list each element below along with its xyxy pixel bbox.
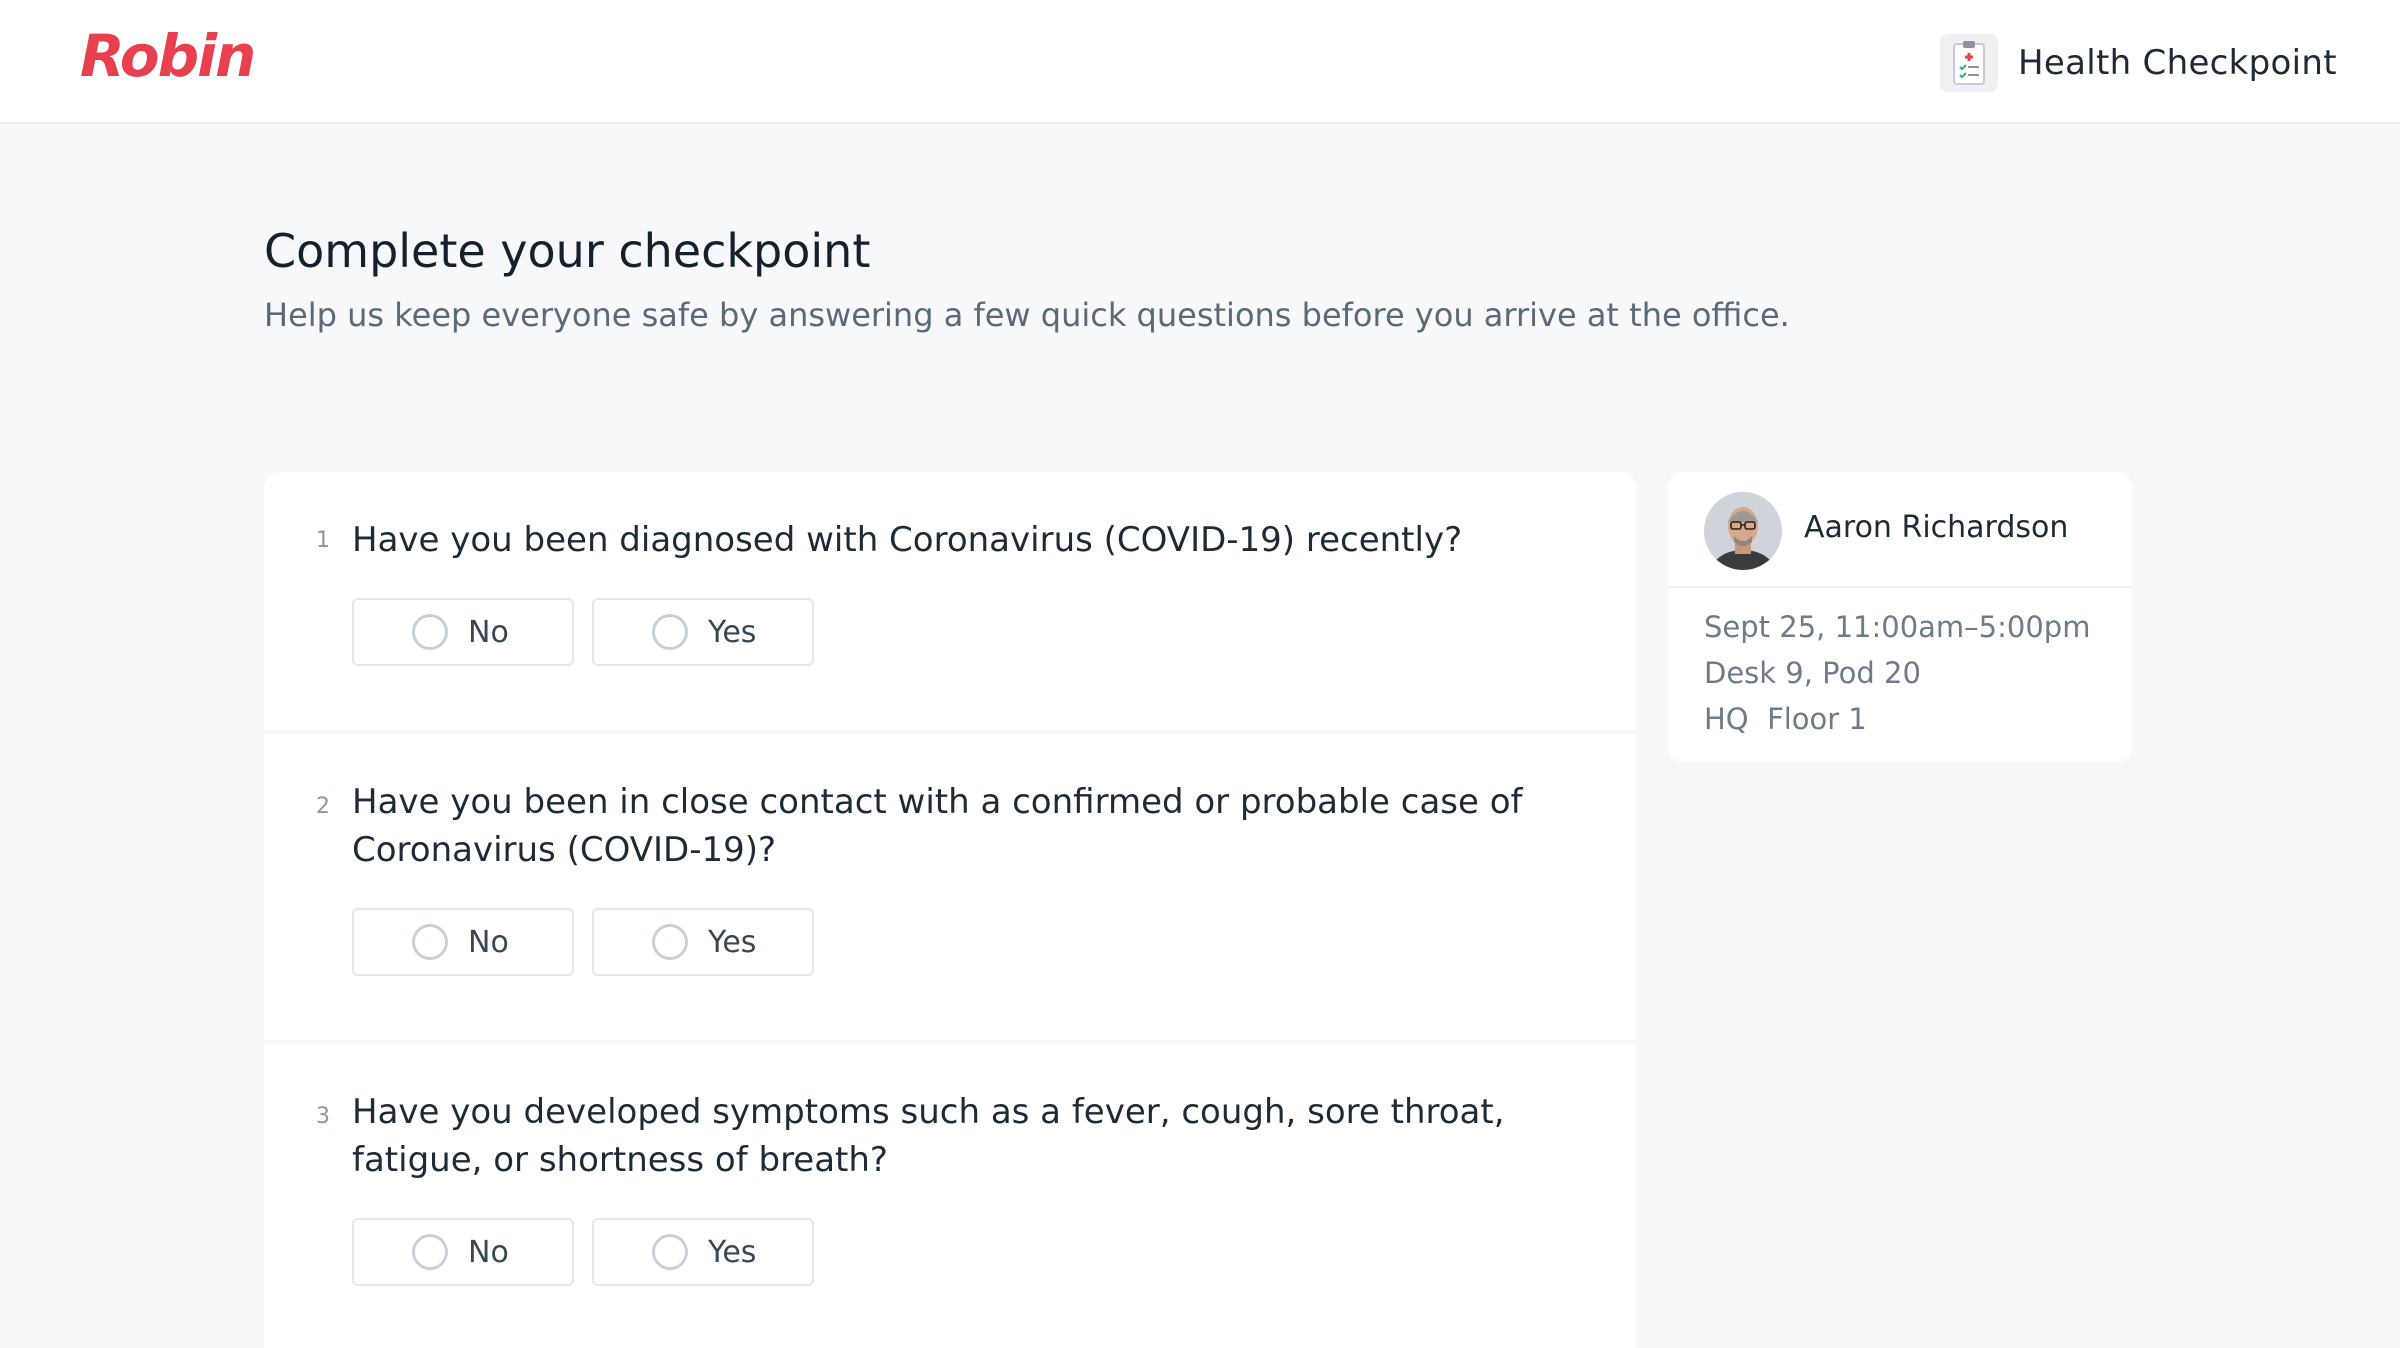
option-label: No: [468, 924, 509, 960]
page-title: Complete your checkpoint: [264, 224, 871, 278]
booking-time: Sept 25, 11:00am–5:00pm: [1704, 610, 2091, 644]
radio-icon[interactable]: [652, 924, 688, 960]
top-bar: Robin Health Checkpoint: [0, 0, 2400, 124]
option-label: Yes: [708, 924, 757, 960]
clipboard-health-icon: [1940, 34, 1998, 92]
question-line: fatigue, or shortness of breath?: [352, 1140, 888, 1180]
option-label: Yes: [708, 614, 757, 650]
page-subtitle: Help us keep everyone safe by answering …: [264, 296, 1790, 334]
question-card-2: 2 Have you been in close contact with a …: [264, 734, 1636, 1040]
desk-assignment: Desk 9, Pod 20: [1704, 656, 1921, 690]
question-text: Have you been in close contact with a co…: [352, 778, 1523, 874]
product-label: Health Checkpoint: [2018, 43, 2337, 83]
booking-summary-card: Aaron Richardson Sept 25, 11:00am–5:00pm…: [1668, 472, 2132, 762]
question-text: Have you been diagnosed with Coronavirus…: [352, 516, 1462, 564]
option-label: No: [468, 614, 509, 650]
radio-icon[interactable]: [412, 1234, 448, 1270]
radio-icon[interactable]: [412, 614, 448, 650]
question-line: Have you been diagnosed with Coronavirus…: [352, 520, 1463, 560]
radio-icon[interactable]: [652, 614, 688, 650]
divider: [1668, 586, 2132, 588]
question-line: Have you been in close contact with a co…: [352, 782, 1523, 822]
robin-logo[interactable]: Robin: [80, 22, 256, 90]
answer-no-button[interactable]: No: [352, 1218, 574, 1286]
option-label: Yes: [708, 1234, 757, 1270]
user-name: Aaron Richardson: [1804, 510, 2069, 545]
answer-yes-button[interactable]: Yes: [592, 1218, 814, 1286]
question-number: 2: [316, 794, 330, 819]
question-card-3: 3 Have you developed symptoms such as a …: [264, 1044, 1636, 1348]
radio-icon[interactable]: [652, 1234, 688, 1270]
radio-icon[interactable]: [412, 924, 448, 960]
question-number: 3: [316, 1104, 330, 1129]
office-location: HQ Floor 1: [1704, 702, 1867, 736]
question-line: Coronavirus (COVID-19)?: [352, 830, 777, 870]
question-line: Have you developed symptoms such as a fe…: [352, 1092, 1505, 1132]
question-card-1: 1 Have you been diagnosed with Coronavir…: [264, 472, 1636, 730]
answer-no-button[interactable]: No: [352, 598, 574, 666]
answer-yes-button[interactable]: Yes: [592, 908, 814, 976]
option-label: No: [468, 1234, 509, 1270]
answer-no-button[interactable]: No: [352, 908, 574, 976]
health-checkpoint-header: Health Checkpoint: [1940, 34, 2337, 92]
question-text: Have you developed symptoms such as a fe…: [352, 1088, 1505, 1184]
avatar: [1704, 492, 1782, 570]
question-number: 1: [316, 528, 330, 553]
answer-yes-button[interactable]: Yes: [592, 598, 814, 666]
